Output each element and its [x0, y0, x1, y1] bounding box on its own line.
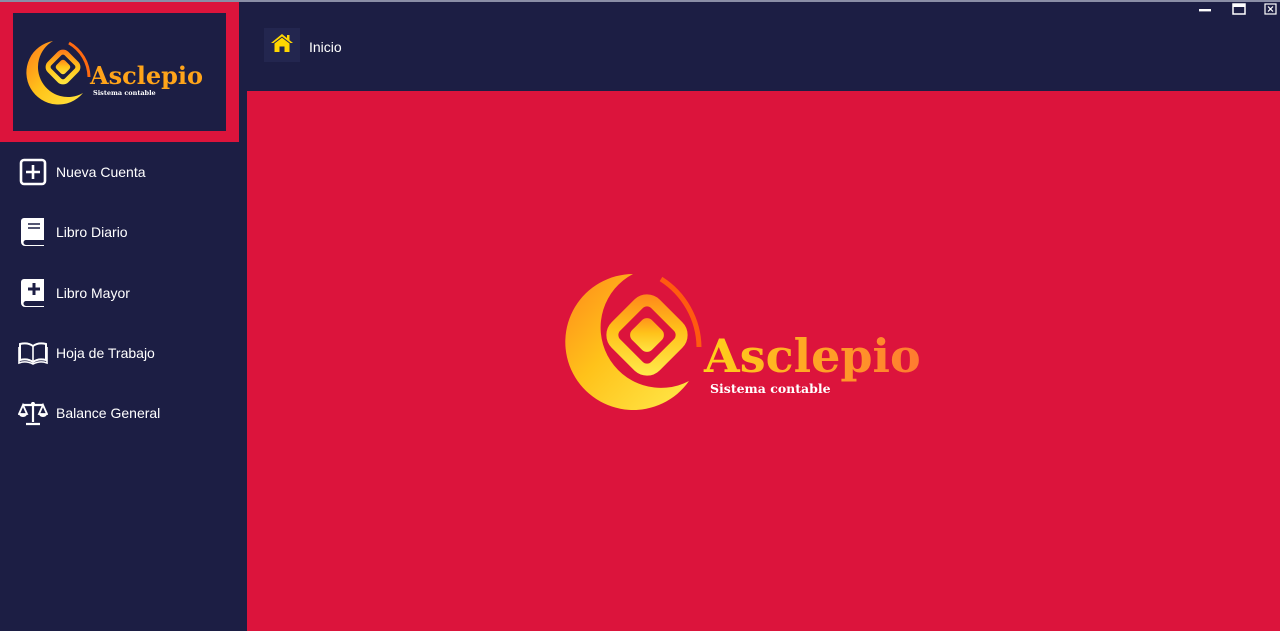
sidebar-item-libro-mayor[interactable]: Libro Mayor: [0, 263, 247, 323]
open-book-icon: [18, 338, 48, 368]
minimize-button[interactable]: [1196, 4, 1214, 18]
sidebar-logo: Asclepio Sistema contable: [13, 13, 226, 131]
sidebar: Asclepio Sistema contable Nueva Cuenta L…: [0, 2, 247, 631]
sidebar-item-label: Hoja de Trabajo: [56, 345, 155, 361]
plus-square-icon: [18, 157, 48, 187]
sidebar-item-libro-diario[interactable]: Libro Diario: [0, 202, 247, 262]
book-icon: [18, 217, 48, 247]
sidebar-item-label: Balance General: [56, 405, 161, 421]
main-logo-title: Asclepio: [703, 329, 921, 383]
breadcrumb: Inicio: [309, 39, 342, 55]
sidebar-logo-frame: Asclepio Sistema contable: [0, 2, 239, 142]
minimize-icon: [1198, 2, 1212, 20]
top-header: Inicio: [247, 2, 1280, 91]
sidebar-logo-subtitle: Sistema contable: [93, 89, 156, 97]
home-icon: [270, 33, 294, 58]
main-logo-subtitle: Sistema contable: [710, 381, 831, 396]
asclepio-logo-icon: Asclepio Sistema contable: [26, 41, 203, 105]
maximize-button[interactable]: [1230, 2, 1248, 20]
sidebar-item-nueva-cuenta[interactable]: Nueva Cuenta: [0, 142, 247, 202]
main-content: Asclepio Sistema contable: [247, 91, 1280, 631]
sidebar-logo-title: Asclepio: [89, 61, 203, 90]
sidebar-item-label: Libro Mayor: [56, 285, 130, 301]
sidebar-item-hoja-de-trabajo[interactable]: Hoja de Trabajo: [0, 323, 247, 383]
sidebar-item-balance-general[interactable]: Balance General: [0, 383, 247, 443]
close-icon: [1264, 2, 1278, 20]
close-button[interactable]: [1262, 2, 1280, 20]
sidebar-item-label: Libro Diario: [56, 224, 128, 240]
sidebar-item-label: Nueva Cuenta: [56, 164, 146, 180]
home-button[interactable]: [264, 28, 300, 62]
app-window: Asclepio Sistema contable Nueva Cuenta L…: [0, 0, 1280, 631]
maximize-icon: [1232, 2, 1246, 20]
asclepio-logo-icon: Asclepio Sistema contable: [565, 274, 921, 410]
medical-book-icon: [18, 278, 48, 308]
main-logo: Asclepio Sistema contable: [561, 269, 1001, 414]
balance-scale-icon: [18, 398, 48, 428]
